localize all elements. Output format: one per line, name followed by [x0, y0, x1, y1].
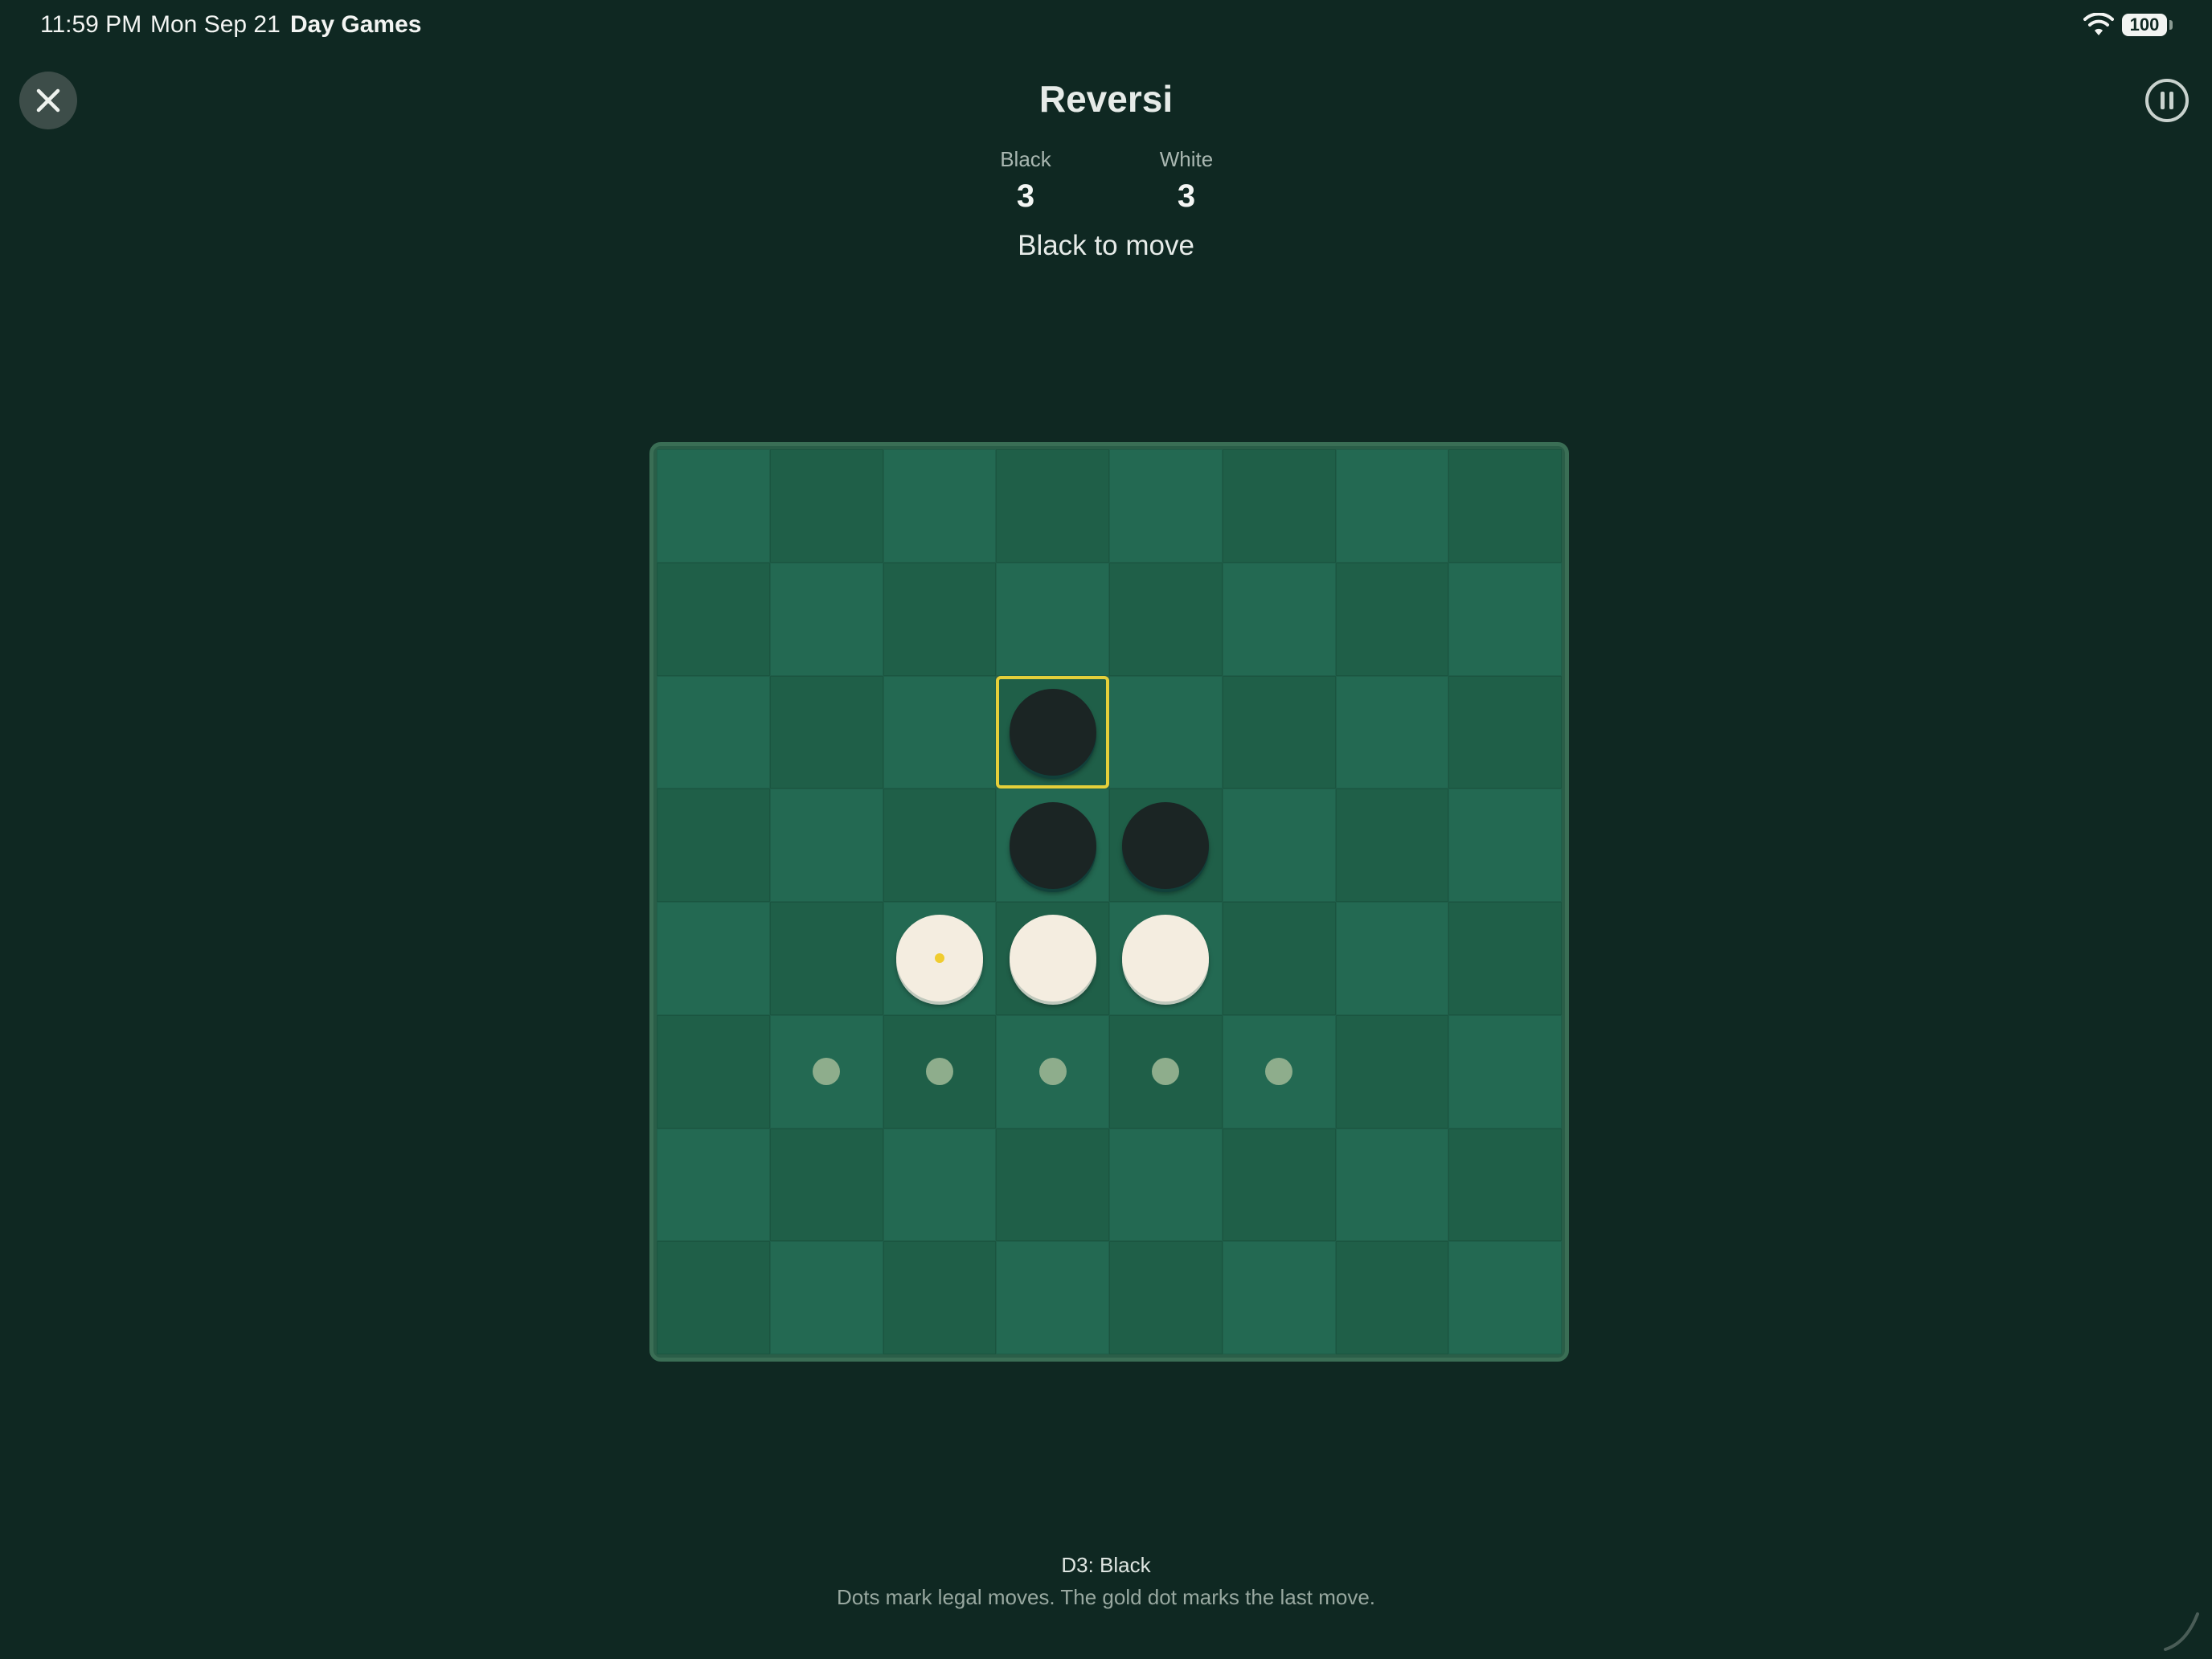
board-cell-h4[interactable]: [1448, 789, 1562, 902]
board-cell-d8[interactable]: [996, 1241, 1109, 1354]
board-cell-f2[interactable]: [1222, 562, 1336, 676]
white-disc: [895, 915, 983, 1002]
board-cell-c5[interactable]: [883, 902, 997, 1015]
board-cell-b1[interactable]: [769, 449, 883, 563]
white-score-value: 3: [1177, 178, 1196, 214]
battery-indicator: 100: [2122, 14, 2167, 36]
board-cell-f7[interactable]: [1222, 1128, 1336, 1242]
board-cell-a1[interactable]: [657, 449, 770, 563]
white-disc: [1122, 915, 1210, 1002]
white-disc: [1009, 915, 1096, 1002]
white-score: White 3: [1122, 147, 1251, 215]
board-cell-d3-last-move[interactable]: [996, 675, 1109, 789]
board-grid: [657, 449, 1562, 1354]
board-cell-c8[interactable]: [883, 1241, 997, 1354]
board-cell-d2[interactable]: [996, 562, 1109, 676]
board-cell-c6[interactable]: [883, 1014, 997, 1129]
board-cell-a3[interactable]: [657, 675, 770, 789]
board-cell-a4[interactable]: [657, 789, 770, 902]
game-board: [649, 442, 1569, 1362]
board-cell-d5[interactable]: [996, 902, 1109, 1015]
wifi-icon: [2083, 13, 2114, 35]
board-cell-g7[interactable]: [1335, 1128, 1449, 1242]
black-disc: [1122, 801, 1210, 889]
board-cell-c7[interactable]: [883, 1128, 997, 1242]
legal-move-dot: [1152, 1058, 1180, 1086]
board-cell-a8[interactable]: [657, 1241, 770, 1354]
black-score-label: Black: [1000, 147, 1051, 171]
board-cell-c1[interactable]: [883, 449, 997, 563]
board-cell-f8[interactable]: [1222, 1241, 1336, 1354]
status-app-name: Day Games: [290, 11, 422, 38]
board-cell-g1[interactable]: [1335, 449, 1449, 563]
status-date: Mon Sep 21: [150, 11, 281, 38]
board-cell-b8[interactable]: [769, 1241, 883, 1354]
board-cell-h7[interactable]: [1448, 1128, 1562, 1242]
board-cell-g8[interactable]: [1335, 1241, 1449, 1354]
black-score: Black 3: [961, 147, 1090, 215]
board-cell-e8[interactable]: [1109, 1241, 1223, 1354]
board-cell-f3[interactable]: [1222, 675, 1336, 789]
pause-button[interactable]: [2138, 72, 2196, 129]
board-cell-e3[interactable]: [1109, 675, 1223, 789]
board-cell-e4[interactable]: [1109, 789, 1223, 902]
battery-tip: [2169, 20, 2173, 30]
board-cell-f6[interactable]: [1222, 1014, 1336, 1129]
hint-text: Dots mark legal moves. The gold dot mark…: [836, 1585, 1376, 1609]
last-move-gold-dot: [934, 953, 944, 964]
legal-move-dot: [1038, 1058, 1067, 1086]
board-cell-b2[interactable]: [769, 562, 883, 676]
board-cell-h2[interactable]: [1448, 562, 1562, 676]
black-disc: [1009, 801, 1096, 889]
board-cell-b3[interactable]: [769, 675, 883, 789]
board-cell-e2[interactable]: [1109, 562, 1223, 676]
legal-move-dot: [925, 1058, 953, 1086]
board-cell-g3[interactable]: [1335, 675, 1449, 789]
status-time: 11:59 PM: [40, 11, 142, 38]
board-cell-h6[interactable]: [1448, 1014, 1562, 1129]
board-cell-g2[interactable]: [1335, 562, 1449, 676]
board-cell-b4[interactable]: [769, 789, 883, 902]
board-cell-g5[interactable]: [1335, 902, 1449, 1015]
status-bar: 11:59 PM Mon Sep 21 Day Games 100: [0, 0, 2212, 51]
board-cell-a2[interactable]: [657, 562, 770, 676]
board-cell-d7[interactable]: [996, 1128, 1109, 1242]
board-cell-f1[interactable]: [1222, 449, 1336, 563]
board-cell-g6[interactable]: [1335, 1014, 1449, 1129]
corner-swipe-indicator: [2164, 1612, 2199, 1651]
board-cell-h3[interactable]: [1448, 675, 1562, 789]
board-cell-a5[interactable]: [657, 902, 770, 1015]
pause-icon: [2145, 79, 2189, 122]
board-cell-a6[interactable]: [657, 1014, 770, 1129]
board-cell-c3[interactable]: [883, 675, 997, 789]
white-score-label: White: [1159, 147, 1214, 171]
board-cell-d1[interactable]: [996, 449, 1109, 563]
board-cell-e6[interactable]: [1109, 1014, 1223, 1129]
board-cell-h8[interactable]: [1448, 1241, 1562, 1354]
board-cell-e5[interactable]: [1109, 902, 1223, 1015]
black-score-value: 3: [1016, 178, 1035, 214]
board-cell-b5[interactable]: [769, 902, 883, 1015]
board-cell-f5[interactable]: [1222, 902, 1336, 1015]
board-cell-d6[interactable]: [996, 1014, 1109, 1129]
board-cell-e1[interactable]: [1109, 449, 1223, 563]
board-cell-c4[interactable]: [883, 789, 997, 902]
turn-indicator: Black to move: [1018, 230, 1194, 261]
board-cell-d4[interactable]: [996, 789, 1109, 902]
board-cell-g4[interactable]: [1335, 789, 1449, 902]
board-cell-c2[interactable]: [883, 562, 997, 676]
black-disc: [1009, 688, 1096, 776]
legal-move-dot: [813, 1058, 841, 1086]
legal-move-dot: [1265, 1058, 1293, 1086]
board-cell-h1[interactable]: [1448, 449, 1562, 563]
game-title: Reversi: [1038, 78, 1174, 120]
board-cell-b7[interactable]: [769, 1128, 883, 1242]
board-cell-e7[interactable]: [1109, 1128, 1223, 1242]
board-cell-b6[interactable]: [769, 1014, 883, 1129]
last-move-text: D3: Black: [1061, 1553, 1151, 1577]
board-cell-h5[interactable]: [1448, 902, 1562, 1015]
board-cell-f4[interactable]: [1222, 789, 1336, 902]
board-cell-a7[interactable]: [657, 1128, 770, 1242]
